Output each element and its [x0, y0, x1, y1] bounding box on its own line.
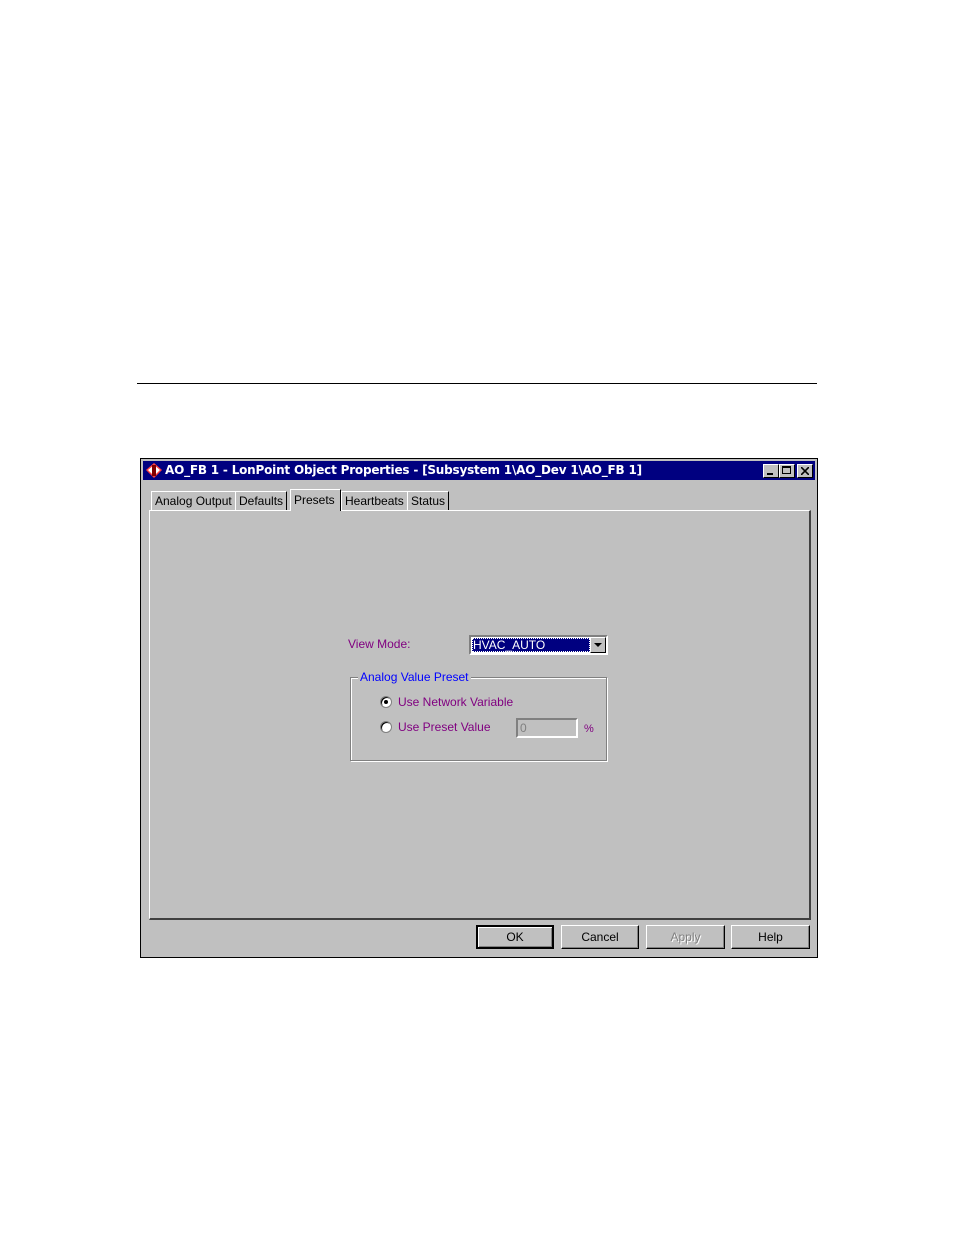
tab-status[interactable]: Status — [407, 491, 450, 510]
tab-presets[interactable]: Presets — [290, 489, 341, 511]
radio-selected-dot — [384, 700, 388, 704]
close-icon — [801, 467, 809, 475]
view-mode-selected-value: HVAC_AUTO — [472, 638, 590, 652]
close-button[interactable] — [797, 464, 813, 478]
tab-analog-output[interactable]: Analog Output — [151, 491, 236, 510]
maximize-button[interactable] — [779, 464, 795, 478]
minimize-icon — [767, 473, 773, 475]
help-button[interactable]: Help — [731, 925, 810, 949]
group-title: Analog Value Preset — [358, 670, 471, 684]
view-mode-select[interactable]: HVAC_AUTO — [469, 635, 608, 655]
properties-dialog: AO_FB 1 - LonPoint Object Properties - [… — [140, 458, 818, 958]
radio-use-preset-value-label[interactable]: Use Preset Value — [398, 720, 491, 734]
window-title: AO_FB 1 - LonPoint Object Properties - [… — [165, 463, 642, 477]
chevron-down-icon — [594, 643, 602, 647]
radio-use-network-variable[interactable] — [380, 696, 392, 708]
tab-heartbeats[interactable]: Heartbeats — [341, 491, 408, 510]
page-divider — [137, 383, 817, 384]
presets-panel: View Mode: HVAC_AUTO Analog Value Preset… — [149, 510, 811, 920]
view-mode-dropdown-button[interactable] — [590, 637, 606, 653]
analog-value-preset-group: Analog Value Preset Use Network Variable… — [350, 670, 607, 761]
ok-button[interactable]: OK — [476, 925, 554, 949]
cancel-button[interactable]: Cancel — [561, 925, 639, 949]
maximize-icon — [782, 466, 791, 474]
radio-use-preset-value[interactable] — [380, 721, 392, 733]
tab-defaults[interactable]: Defaults — [235, 491, 288, 510]
minimize-button[interactable] — [763, 464, 779, 478]
view-mode-label: View Mode: — [348, 637, 411, 651]
apply-button[interactable]: Apply — [646, 925, 725, 949]
unit-label: % — [584, 723, 594, 735]
radio-use-network-variable-label[interactable]: Use Network Variable — [398, 695, 513, 709]
lonpoint-app-icon — [146, 463, 162, 478]
title-bar[interactable]: AO_FB 1 - LonPoint Object Properties - [… — [143, 461, 815, 480]
preset-value-input[interactable]: 0 — [516, 718, 578, 738]
